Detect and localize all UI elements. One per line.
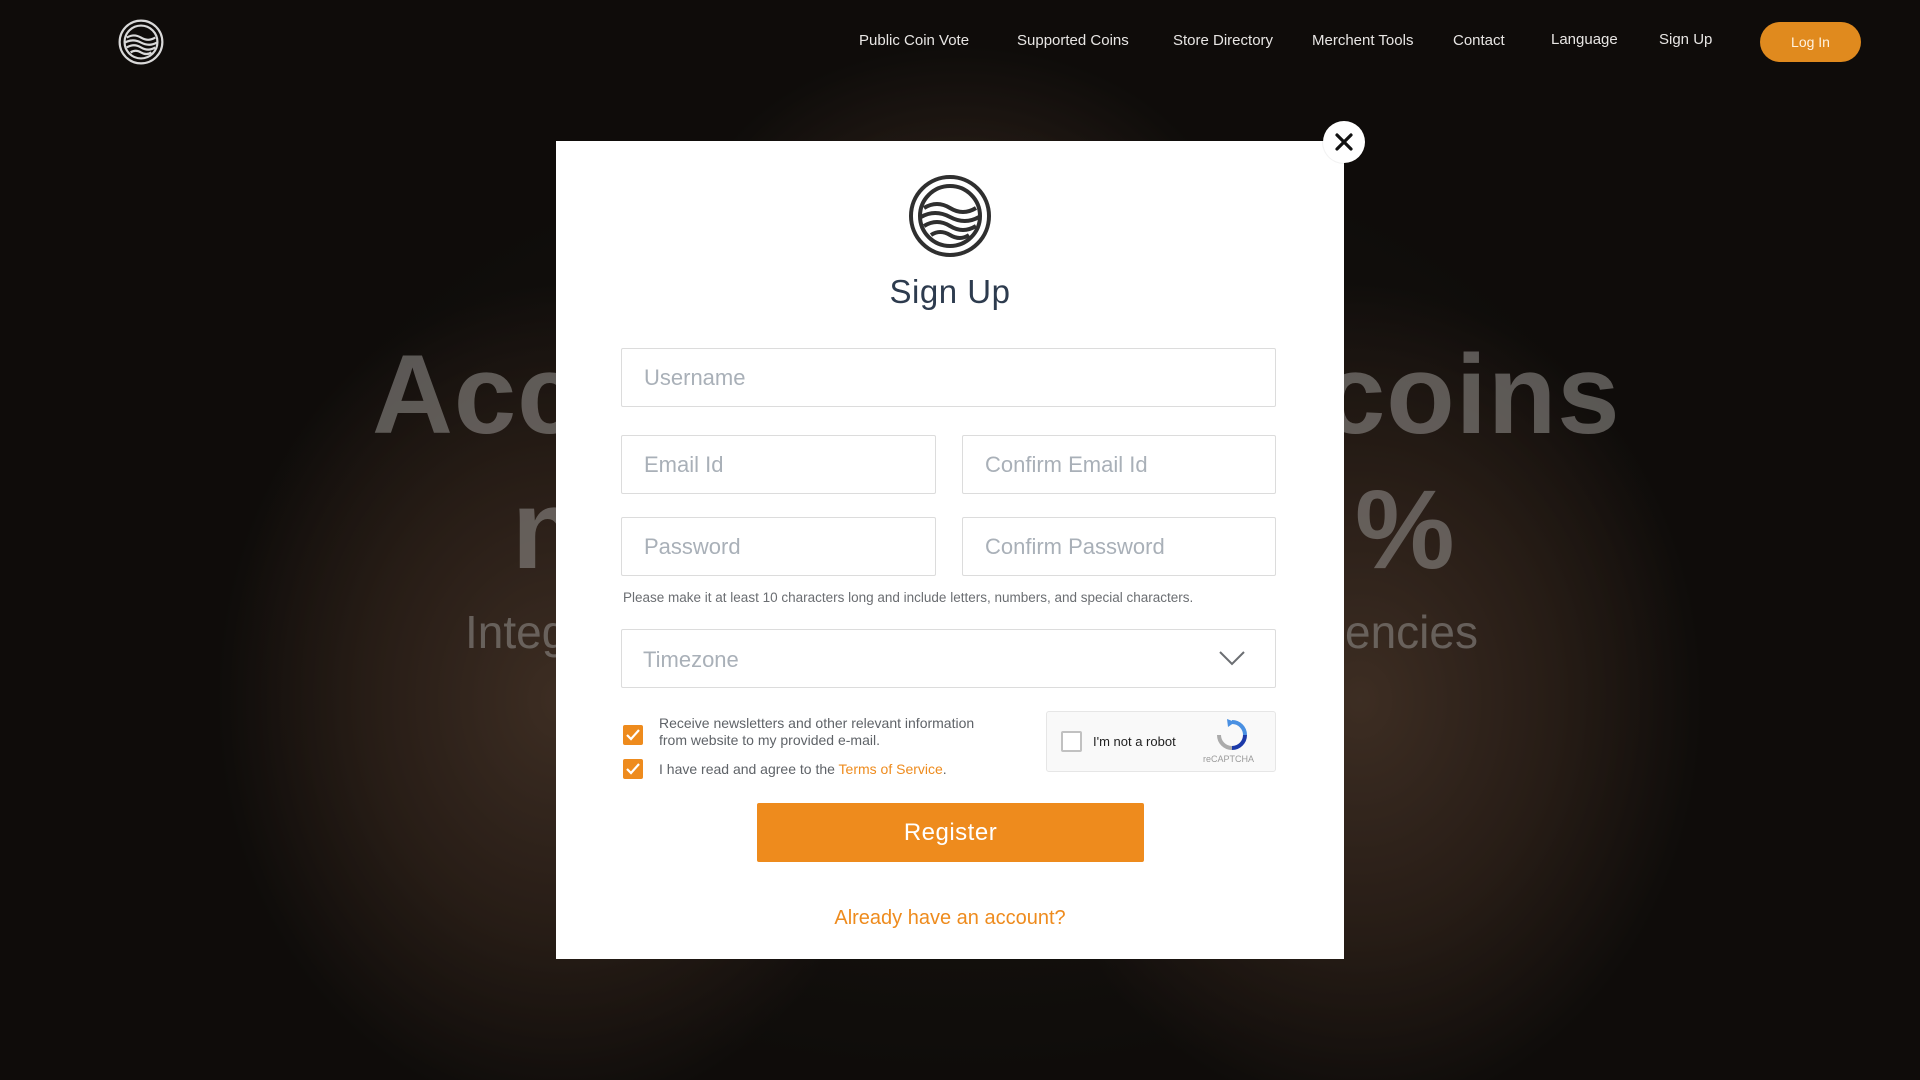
close-modal-button[interactable] — [1323, 121, 1365, 163]
recaptcha-widget: I'm not a robot reCAPTCHA — [1046, 711, 1276, 772]
timezone-select[interactable]: Timezone — [621, 629, 1276, 688]
close-icon — [1335, 133, 1353, 151]
confirm-password-input[interactable] — [962, 517, 1276, 576]
checkmark-icon — [626, 729, 640, 741]
recaptcha-checkbox[interactable] — [1061, 731, 1082, 752]
brand-logo-icon[interactable] — [118, 19, 164, 65]
terms-checkbox[interactable] — [623, 759, 643, 779]
nav-merchant-tools[interactable]: Merchent Tools — [1312, 32, 1413, 49]
chevron-down-icon — [1219, 651, 1245, 666]
already-have-account-link[interactable]: Already have an account? — [556, 907, 1344, 930]
newsletter-label: Receive newsletters and other relevant i… — [659, 715, 975, 748]
password-hint: Please make it at least 10 characters lo… — [623, 590, 1194, 605]
recaptcha-icon — [1217, 719, 1247, 750]
recaptcha-label: I'm not a robot — [1093, 734, 1176, 749]
checkmark-icon — [626, 763, 640, 775]
nav-sign-up[interactable]: Sign Up — [1659, 31, 1712, 48]
terms-of-service-link[interactable]: Terms of Service — [839, 761, 943, 777]
username-input[interactable] — [621, 348, 1276, 407]
top-navbar: Public Coin Vote Supported Coins Store D… — [0, 0, 1920, 84]
recaptcha-brand: reCAPTCHA — [1203, 754, 1255, 764]
nav-store-directory[interactable]: Store Directory — [1173, 32, 1273, 49]
password-input[interactable] — [621, 517, 936, 576]
login-button[interactable]: Log In — [1760, 22, 1861, 62]
nav-contact[interactable]: Contact — [1453, 32, 1505, 49]
signup-modal: Sign Up Please make it at least 10 chara… — [556, 141, 1344, 959]
nav-public-coin-vote[interactable]: Public Coin Vote — [859, 32, 969, 49]
email-input[interactable] — [621, 435, 936, 494]
newsletter-checkbox[interactable] — [623, 725, 643, 745]
nav-language[interactable]: Language — [1551, 31, 1618, 48]
nav-supported-coins[interactable]: Supported Coins — [1017, 32, 1129, 49]
confirm-email-input[interactable] — [962, 435, 1276, 494]
wave-circle-logo-icon — [909, 175, 991, 257]
terms-label: I have read and agree to the Terms of Se… — [659, 761, 947, 777]
modal-title: Sign Up — [889, 273, 1011, 310]
register-button[interactable]: Register — [757, 803, 1144, 862]
timezone-selected-value: Timezone — [643, 647, 739, 672]
